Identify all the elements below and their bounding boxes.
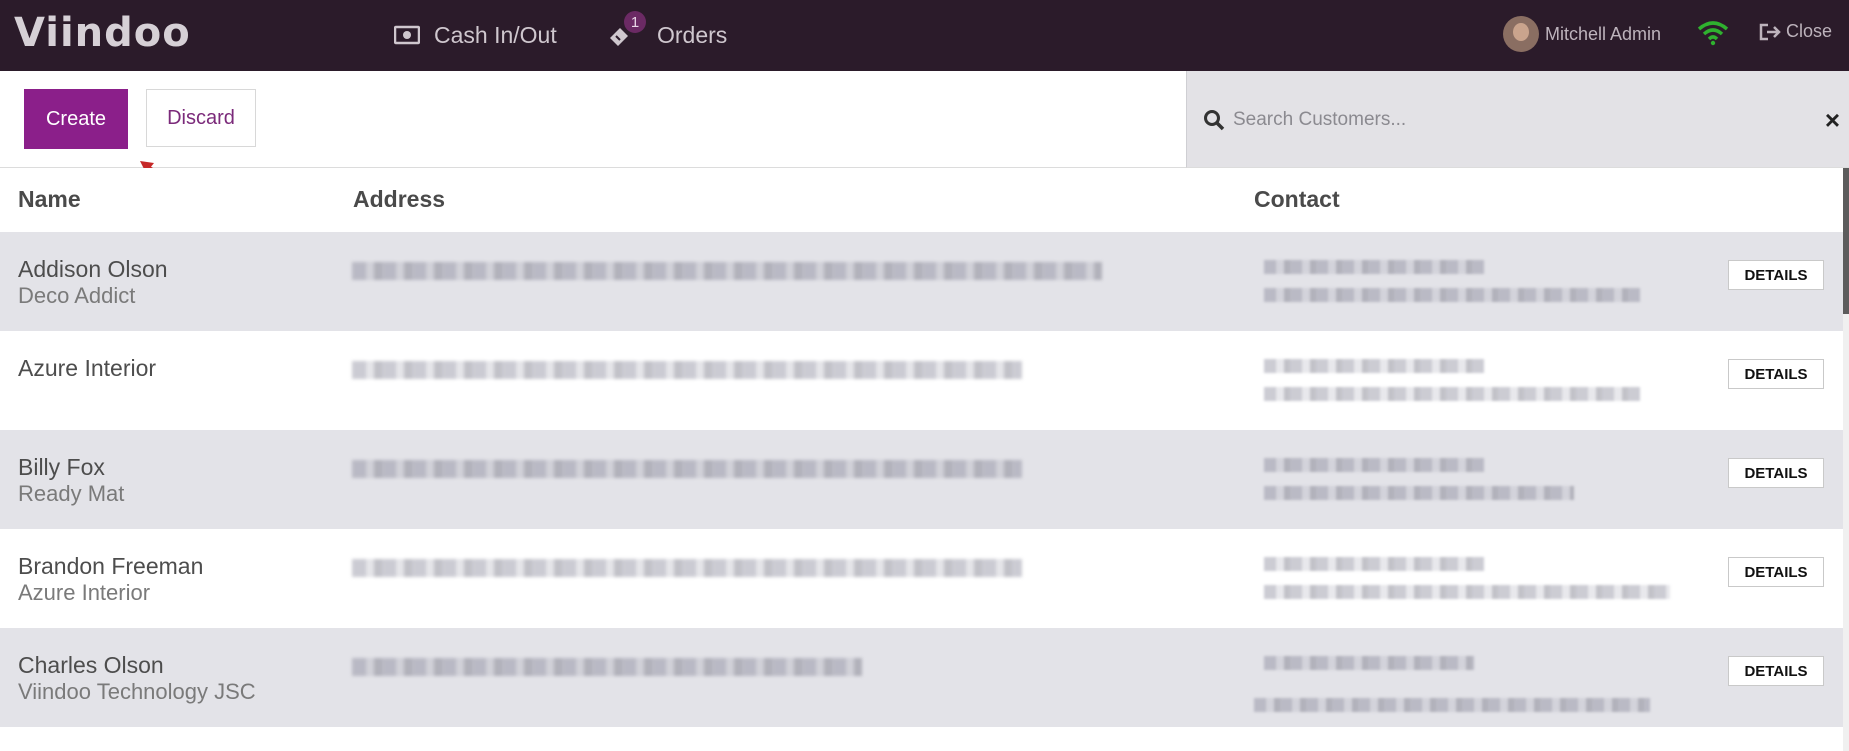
customer-company: Ready Mat — [18, 481, 125, 506]
customer-company: Azure Interior — [18, 580, 151, 605]
avatar — [1503, 16, 1539, 52]
details-button[interactable]: DETAILS — [1728, 557, 1824, 587]
table-row[interactable]: Billy Fox Ready Mat DETAILS — [0, 430, 1843, 529]
top-bar: Viindoo Cash In/Out 1 Orders Mitchell Ad… — [0, 0, 1849, 71]
column-header-address: Address — [353, 186, 446, 212]
redacted-address — [352, 361, 1022, 379]
customer-name: Azure Interior — [18, 355, 157, 381]
orders-label: Orders — [657, 21, 728, 48]
customer-company: Deco Addict — [18, 283, 136, 308]
table-row[interactable]: Brandon Freeman Azure Interior DETAILS — [0, 529, 1843, 628]
discard-button[interactable]: Discard — [146, 89, 256, 147]
cash-icon — [394, 25, 420, 45]
details-button[interactable]: DETAILS — [1728, 458, 1824, 488]
clear-search-icon[interactable]: × — [1825, 105, 1840, 136]
table-header: Name Address Contact — [0, 168, 1843, 232]
customer-name: Brandon Freeman — [18, 553, 204, 579]
search-bar: × — [1186, 71, 1849, 168]
redacted-phone — [1264, 557, 1484, 571]
column-header-contact: Contact — [1254, 186, 1340, 212]
orders-button[interactable]: 1 Orders — [607, 11, 728, 51]
table-row[interactable]: Charles Olson Viindoo Technology JSC DET… — [0, 628, 1843, 727]
redacted-address — [352, 559, 1022, 577]
sign-out-icon — [1759, 23, 1781, 40]
column-header-name: Name — [18, 186, 81, 212]
redacted-address — [352, 460, 1022, 478]
redacted-phone — [1264, 260, 1484, 274]
redacted-email — [1264, 387, 1640, 401]
redacted-email — [1264, 288, 1640, 302]
user-menu[interactable]: Mitchell Admin — [1503, 16, 1661, 52]
table-row[interactable]: Addison Olson Deco Addict DETAILS — [0, 232, 1843, 331]
customer-name: Billy Fox — [18, 454, 105, 480]
redacted-phone — [1264, 656, 1474, 670]
orders-count-badge: 1 — [624, 11, 646, 33]
redacted-email — [1254, 698, 1650, 712]
redacted-phone — [1264, 458, 1484, 472]
customer-table: Name Address Contact Addison Olson Deco … — [0, 168, 1843, 727]
create-button[interactable]: Create — [24, 89, 128, 149]
scrollbar-thumb[interactable] — [1843, 168, 1849, 314]
table-row[interactable]: Azure Interior DETAILS — [0, 331, 1843, 430]
redacted-email — [1264, 486, 1574, 500]
customer-company: Viindoo Technology JSC — [18, 679, 256, 704]
search-input[interactable] — [1231, 99, 1755, 141]
cash-in-out-button[interactable]: Cash In/Out — [394, 19, 557, 51]
action-bar: Create Discard — [0, 71, 1186, 168]
redacted-email — [1264, 585, 1670, 599]
customer-name: Charles Olson — [18, 652, 164, 678]
cash-in-out-label: Cash In/Out — [434, 21, 557, 48]
wifi-icon — [1697, 21, 1729, 46]
search-icon — [1204, 110, 1225, 131]
details-button[interactable]: DETAILS — [1728, 260, 1824, 290]
details-button[interactable]: DETAILS — [1728, 359, 1824, 389]
redacted-address — [352, 262, 1102, 280]
viindoo-logo: Viindoo — [14, 10, 191, 56]
redacted-phone — [1264, 359, 1484, 373]
user-name: Mitchell Admin — [1545, 23, 1662, 44]
redacted-address — [352, 658, 862, 676]
customer-name: Addison Olson — [18, 256, 168, 282]
close-button[interactable]: Close — [1758, 21, 1832, 42]
details-button[interactable]: DETAILS — [1728, 656, 1824, 686]
close-label: Close — [1786, 21, 1833, 41]
